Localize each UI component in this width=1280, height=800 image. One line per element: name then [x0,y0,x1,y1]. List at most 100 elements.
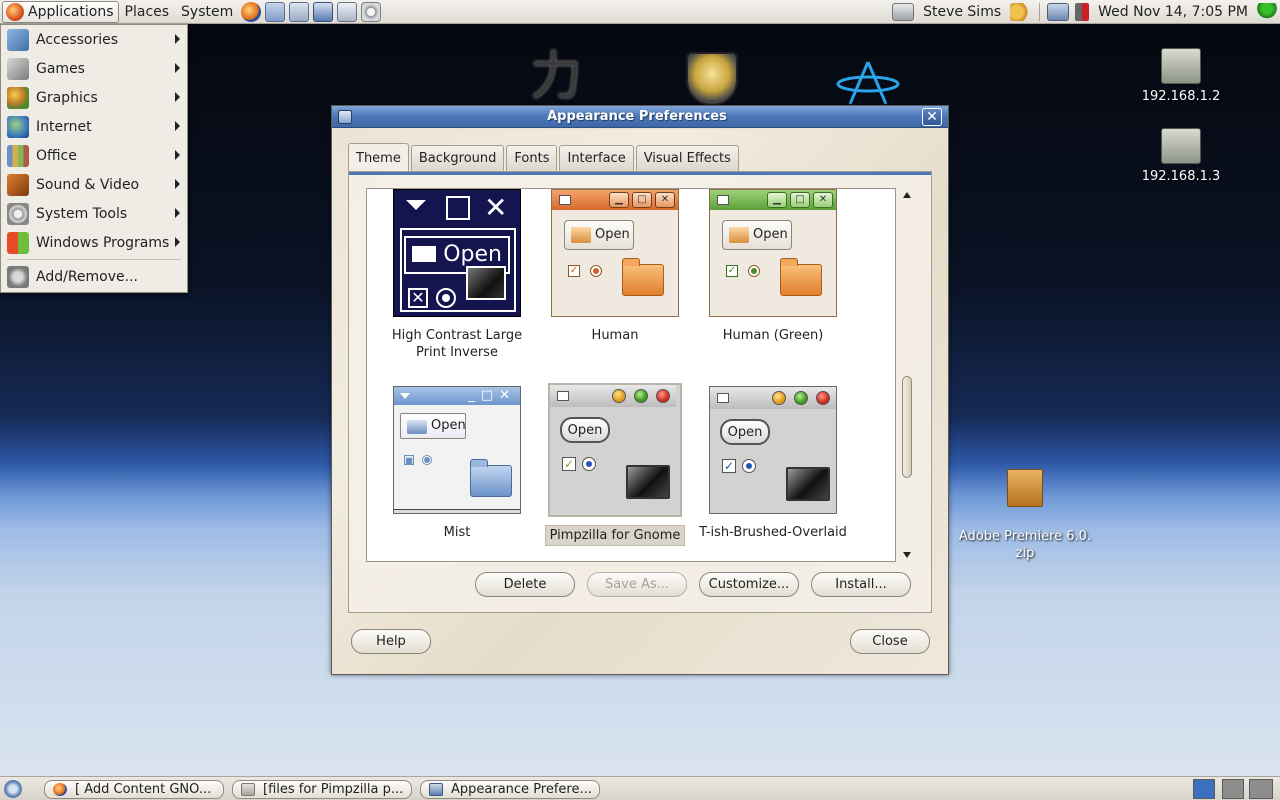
tab-accent-line [349,172,931,175]
menu-item-accessories[interactable]: Accessories [1,25,187,54]
workspace-3[interactable] [1249,779,1273,799]
menu-item-add-remove[interactable]: Add/Remove... [1,262,187,291]
tab-visual-effects[interactable]: Visual Effects [635,145,739,171]
menu-item-office[interactable]: Office [1,141,187,170]
theme-list[interactable]: ✕ Open ✕ High Contrast Large Print Inver… [366,188,896,562]
taskbar-item-label: Appearance Prefere... [451,782,592,797]
theme-item-high-contrast[interactable]: ✕ Open ✕ High Contrast Large Print Inver… [382,189,532,361]
menu-item-system-tools[interactable]: System Tools [1,199,187,228]
menu-item-internet[interactable]: Internet [1,112,187,141]
theme-item-human-green[interactable]: ▁ □ ✕ Open ✓ Human (Green) [698,189,848,344]
theme-list-scrollbar[interactable] [900,188,914,562]
keyring-icon[interactable] [1010,3,1033,21]
screenshot-launcher-icon[interactable] [265,1,286,22]
menu-item-label: Sound & Video [36,176,140,193]
tab-background[interactable]: Background [410,145,505,171]
install-button[interactable]: Install... [811,572,911,597]
taskbar-item-firefox[interactable]: [ Add Content GNO... [44,780,224,799]
window-menu-icon[interactable] [338,109,352,124]
window-close-icon[interactable]: ✕ [922,107,942,126]
appearance-icon [429,783,443,796]
theme-preview: Open ✓ [548,383,682,517]
menu-item-games[interactable]: Games [1,54,187,83]
system-menu[interactable]: System [175,1,239,23]
tab-theme[interactable]: Theme [348,143,409,172]
disk-launcher-icon[interactable] [361,1,382,22]
scroll-up-icon[interactable] [903,192,911,198]
menu-item-sound-video[interactable]: Sound & Video [1,170,187,199]
preview-window-buttons: _□✕ [468,388,516,403]
theme-item-human[interactable]: ▁ □ ✕ Open ✓ Human [540,189,690,344]
desktop-icon-label: 192.168.1.2 [1141,89,1221,104]
theme-item-mist[interactable]: _□✕ Open ■ Mist [382,386,532,541]
clock[interactable]: Wed Nov 14, 7:05 PM [1098,4,1248,20]
window-icon [559,195,571,205]
workspace-1[interactable] [1193,779,1215,799]
help-button[interactable]: Help [351,629,431,654]
taskbar-item-appearance[interactable]: Appearance Prefere... [420,780,600,799]
theme-name: Human (Green) [722,328,824,343]
kanji-logo-icon: 力 [530,47,583,107]
menu-item-label: System Tools [36,205,128,222]
network-launcher-icon[interactable] [289,1,310,22]
satellite-icon[interactable] [892,3,915,21]
menu-item-label: Internet [36,118,92,135]
quit-runner-icon[interactable] [1257,3,1277,21]
theme-name: T-ish-Brushed-Overlaid [699,525,847,540]
volume-muted-icon[interactable] [1075,3,1090,21]
firefox-launcher-icon[interactable] [241,1,262,22]
theme-name: Mist [443,525,471,540]
checkbox-icon: ■ [404,455,414,465]
window-titlebar[interactable]: Appearance Preferences ✕ [332,106,948,128]
save-as-button[interactable]: Save As... [587,572,687,597]
show-desktop-icon[interactable] [4,780,22,798]
preview-titlebar: _□✕ [394,387,520,405]
menu-item-graphics[interactable]: Graphics [1,83,187,112]
customize-button[interactable]: Customize... [699,572,799,597]
places-menu[interactable]: Places [119,1,176,23]
maximize-icon [446,196,470,220]
checkbox-icon: ✓ [726,265,738,277]
network-status-icon[interactable] [1047,3,1070,21]
taskbar-item-label: [files for Pimpzilla p... [263,782,404,797]
scroll-down-icon[interactable] [903,552,911,558]
desktop-icon-adobe-premiere-zip[interactable]: Adobe Premiere 6.0. zip [955,452,1095,579]
display-launcher-icon[interactable] [337,1,358,22]
preview-titlebar: ▁ □ ✕ [552,190,678,210]
tab-bar: Theme Background Fonts Interface Visual … [348,143,741,172]
notes-launcher-icon[interactable] [313,1,334,22]
scrollbar-thumb[interactable] [902,376,912,478]
tab-interface[interactable]: Interface [559,145,634,171]
preview-titlebar [550,385,676,407]
workspace-2[interactable] [1222,779,1244,799]
submenu-arrow-icon [175,34,180,44]
theme-preview: ✕ Open ✕ [393,189,521,317]
taskbar-item-file-manager[interactable]: [files for Pimpzilla p... [232,780,412,799]
network-drive-icon [1161,128,1201,164]
submenu-arrow-icon [175,121,180,131]
tab-fonts[interactable]: Fonts [506,145,558,171]
desktop-icon-192-168-1-2[interactable]: 192.168.1.2 [1138,48,1224,105]
folder-icon [780,258,822,296]
submenu-arrow-icon [175,92,180,102]
desktop-icon-192-168-1-3[interactable]: 192.168.1.3 [1138,128,1224,185]
system-tools-icon [7,202,29,225]
delete-button[interactable]: Delete [475,572,575,597]
menu-separator [7,259,181,260]
close-button[interactable]: Close [850,629,930,654]
menu-item-label: Accessories [36,31,119,48]
preview-statusbar [394,509,520,513]
radio-icon [436,288,456,308]
theme-item-pimpzilla[interactable]: Open ✓ Pimpzilla for Gnome [540,383,690,546]
zip-archive-icon [1007,469,1043,507]
user-name[interactable]: Steve Sims [923,4,1001,20]
checkbox-icon: ✕ [408,288,428,308]
folder-icon [470,459,512,497]
applications-dropdown: Accessories Games Graphics Internet Offi… [0,24,188,293]
theme-item-t-ish-brushed[interactable]: Open ✓ T-ish-Brushed-Overlaid [698,386,848,541]
tray-separator [1039,3,1041,21]
triangle-logo-icon [836,61,900,105]
applications-menu-label: Applications [28,3,114,20]
applications-menu[interactable]: Applications [2,0,119,23]
menu-item-windows-programs[interactable]: Windows Programs [1,228,187,257]
